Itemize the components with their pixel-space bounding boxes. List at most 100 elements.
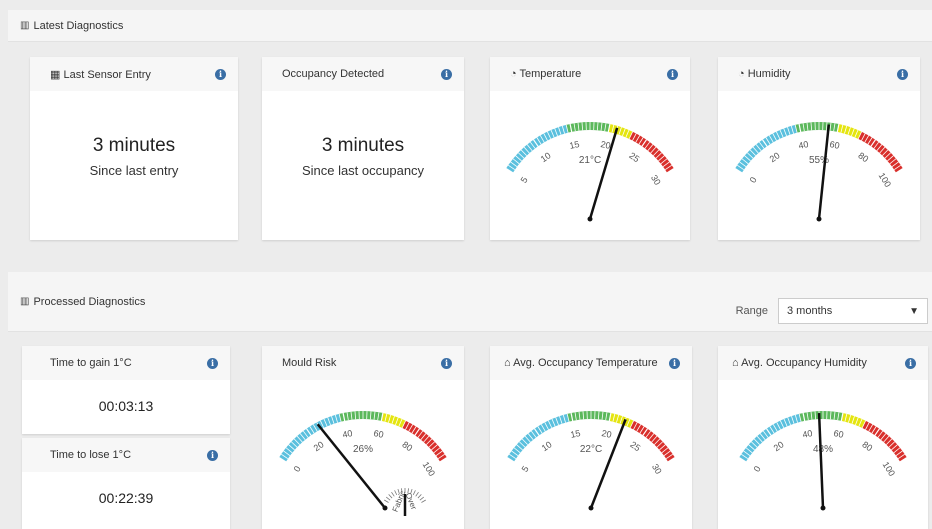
- gauge-pivot: [588, 505, 594, 511]
- card-title: Avg. Occupancy Temperature: [513, 357, 658, 369]
- gauge-needle: [817, 124, 831, 220]
- card-title: Temperature: [519, 68, 582, 80]
- section-title: Processed Diagnostics: [33, 295, 146, 308]
- gauge-tick-label: 30: [650, 462, 664, 476]
- card-header: ▦ Last Sensor Entry i: [30, 57, 238, 91]
- info-icon[interactable]: i: [667, 68, 678, 80]
- home-icon: ⌂: [504, 357, 511, 369]
- gauge-tick-label: 60: [833, 428, 845, 440]
- time-to-gain-card: Time to gain 1°C i 00:03:13: [22, 346, 230, 434]
- info-icon[interactable]: i: [441, 68, 452, 80]
- humidity-card: ◔ Humidity i 0 20 40 60 80 100 55%: [718, 57, 920, 240]
- range-select[interactable]: 3 months ▼: [778, 298, 928, 324]
- gauge-tick-label: 80: [860, 439, 874, 453]
- info-icon[interactable]: i: [905, 357, 916, 369]
- info-icon[interactable]: i: [441, 357, 452, 369]
- sub-gauge-tick: [391, 491, 395, 497]
- gauge-tick-label: 0: [748, 175, 759, 185]
- calendar-icon: ▦: [50, 68, 61, 81]
- gauge-band: [735, 124, 798, 173]
- card-title: Mould Risk: [282, 357, 337, 369]
- gauge-pivot: [820, 505, 826, 511]
- gauge-tick-label: 15: [568, 139, 580, 151]
- bar-chart-icon: ▥: [20, 296, 30, 307]
- last-sensor-value: 3 minutes: [92, 135, 176, 156]
- sub-gauge-tick: [385, 496, 391, 501]
- card-title: Last Sensor Entry: [63, 68, 151, 81]
- gauge-tick-label: 20: [601, 428, 613, 440]
- range-value: 3 months: [787, 305, 833, 317]
- dashboard-icon: ◔: [738, 68, 745, 80]
- info-icon[interactable]: i: [207, 449, 218, 461]
- gauge-band: [739, 413, 802, 462]
- temperature-gauge: 51015 20253021°C: [505, 121, 675, 222]
- gauge-tick-label: 5: [519, 175, 530, 185]
- sub-gauge-tick: [388, 494, 393, 499]
- time-to-gain-value: 00:03:13: [98, 398, 154, 414]
- temperature-card: ◔ Temperature i 5 10 15 20 25 30 21°C: [490, 57, 690, 240]
- sub-gauge-tick: [415, 491, 419, 497]
- avg-occupancy-temperature-card: ⌂ Avg. Occupancy Temperature i 5 10 15 20 25…: [490, 346, 692, 529]
- gauge-tick-label: 5: [520, 464, 531, 474]
- sub-gauge-tick: [419, 496, 425, 501]
- gauge-tick-label: 40: [341, 428, 353, 440]
- gauge-band: [795, 121, 839, 133]
- sub-gauge-tick: [421, 499, 426, 503]
- occupancy-sub: Since last occupancy: [301, 163, 425, 178]
- gauge-band: [506, 124, 569, 173]
- gauge-pivot: [382, 505, 388, 511]
- gauge-needle: [817, 413, 825, 509]
- gauge-tick-label: 40: [797, 139, 809, 151]
- gauge-tick-label: 25: [628, 439, 642, 453]
- gauge-tick-label: 60: [829, 139, 841, 151]
- info-icon[interactable]: i: [897, 68, 908, 80]
- avg-humidity-gauge: 0 20 40 60 80 100 48%: [738, 410, 908, 511]
- gauge-tick-label: 100: [881, 460, 897, 478]
- gauge-tick-label: 100: [877, 171, 893, 189]
- occupancy-value: 3 minutes: [321, 135, 405, 156]
- card-title: Time to gain 1°C: [50, 357, 132, 369]
- gauge-band: [566, 121, 610, 133]
- card-header: ◔ Humidity i: [718, 57, 920, 91]
- card-title: Humidity: [747, 68, 791, 80]
- avg-temperature-gauge: 5 10 15 20 25 30 22°C: [506, 410, 676, 511]
- gauge-tick-label: 10: [540, 439, 554, 453]
- gauge-tick-label: 10: [539, 150, 553, 164]
- time-to-lose-card: Time to lose 1°C i 00:22:39: [22, 438, 230, 529]
- gauge-readout: 26%: [353, 444, 373, 455]
- gauge-tick-label: 20: [772, 439, 786, 453]
- card-title: Avg. Occupancy Humidity: [741, 357, 867, 369]
- range-control: Range 3 months ▼: [736, 298, 928, 324]
- card-header: ⌂ Avg. Occupancy Humidity i: [718, 346, 928, 380]
- sub-gauge-tick: [384, 499, 389, 503]
- card-header: ◔ Temperature i: [490, 57, 690, 91]
- gauge-pivot: [816, 216, 822, 222]
- info-icon[interactable]: i: [669, 357, 680, 369]
- card-title: Time to lose 1°C: [50, 449, 132, 461]
- chevron-down-icon: ▼: [909, 305, 919, 317]
- home-icon: ⌂: [732, 357, 739, 369]
- info-icon[interactable]: i: [215, 68, 226, 80]
- mould-risk-gauge: 02040 608010026%FabricOver: [278, 410, 448, 516]
- sub-gauge-tick: [417, 494, 422, 499]
- avg-occupancy-humidity-card: ⌂ Avg. Occupancy Humidity i 0 20 40 60 80 100…: [718, 346, 928, 529]
- gauge-tick-label: 100: [421, 460, 437, 478]
- gauge-tick-label: 40: [801, 428, 813, 440]
- occupancy-card: Occupancy Detected i 3 minutes Since las…: [262, 57, 464, 240]
- gauge-tick-label: 30: [649, 173, 663, 187]
- gauge-tick-label: 25: [627, 150, 641, 164]
- gauge-tick-label: 0: [292, 464, 303, 474]
- latest-diagnostics-header: ▥ Latest Diagnostics: [8, 10, 932, 42]
- gauge-tick-label: 15: [569, 428, 581, 440]
- gauge-band: [279, 413, 342, 462]
- mould-risk-card: Mould Risk i 0 20 40 60 80 100 26% Fabric Over: [262, 346, 464, 529]
- gauge-tick-label: 20: [768, 150, 782, 164]
- gauge-band: [567, 410, 611, 422]
- card-header: ⌂ Avg. Occupancy Temperature i: [490, 346, 692, 380]
- gauge-band: [507, 413, 570, 462]
- gauge-tick-label: 20: [312, 439, 326, 453]
- bar-chart-icon: ▥: [20, 20, 30, 31]
- gauge-tick-label: 0: [752, 464, 763, 474]
- info-icon[interactable]: i: [207, 357, 218, 369]
- gauge-tick-label: 60: [373, 428, 385, 440]
